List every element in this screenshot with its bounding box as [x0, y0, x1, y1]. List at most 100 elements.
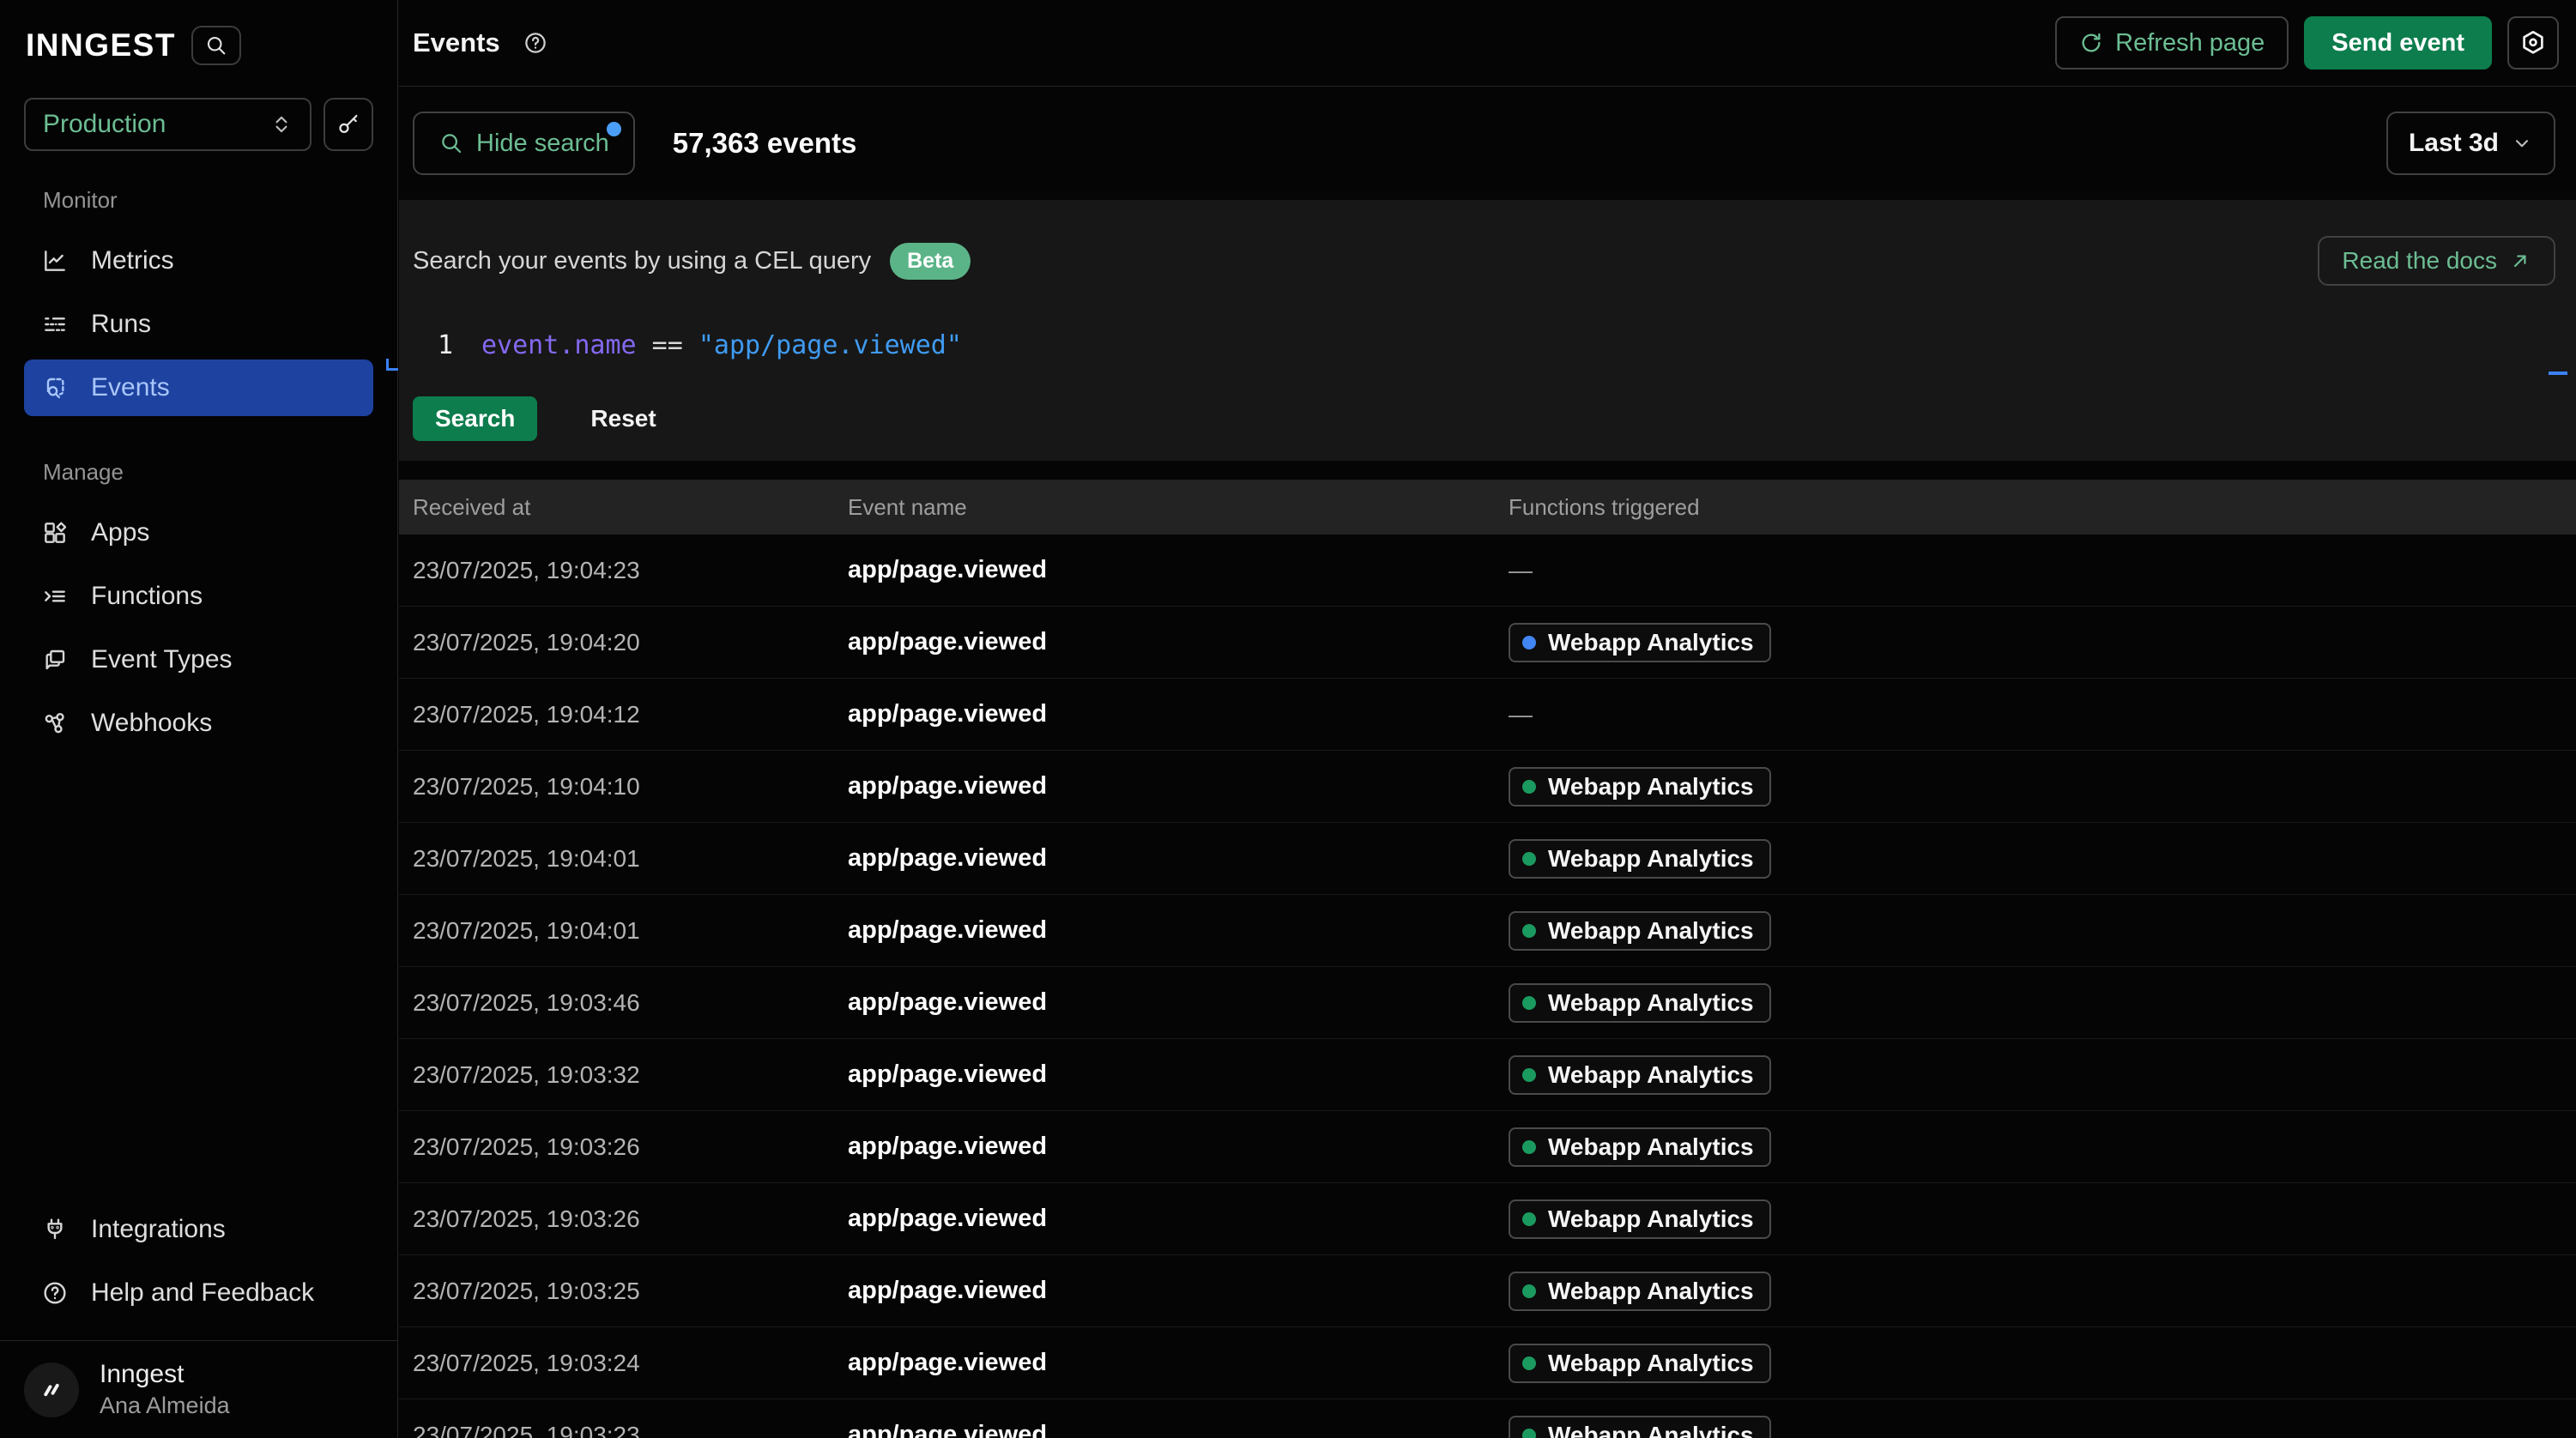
reset-button[interactable]: Reset [590, 405, 656, 432]
function-badge[interactable]: Webapp Analytics [1509, 1344, 1771, 1383]
sidebar-item-runs[interactable]: Runs [24, 296, 373, 353]
cell-functions: Webapp Analytics [1509, 839, 2576, 879]
sidebar-item-label: Events [91, 373, 170, 402]
table-row[interactable]: 23/07/2025, 19:04:20 app/page.viewed Web… [399, 607, 2576, 679]
function-badge[interactable]: Webapp Analytics [1509, 1416, 1771, 1438]
table-row[interactable]: 23/07/2025, 19:03:26 app/page.viewed Web… [399, 1183, 2576, 1255]
webhook-nodes-icon [41, 710, 69, 737]
sidebar-item-label: Webhooks [91, 709, 212, 738]
sidebar-item-events[interactable]: Events [24, 360, 373, 416]
sidebar-item-apps[interactable]: Apps [24, 505, 373, 561]
function-badge[interactable]: Webapp Analytics [1509, 623, 1771, 662]
function-badge-label: Webapp Analytics [1548, 1350, 1754, 1377]
sidebar-item-help[interactable]: Help and Feedback [24, 1265, 373, 1321]
function-badge[interactable]: Webapp Analytics [1509, 1127, 1771, 1167]
cell-functions: — [1509, 557, 2576, 584]
function-status-dot [1522, 636, 1536, 650]
plug-icon [41, 1216, 69, 1243]
sidebar-section-manage: Manage [43, 459, 373, 486]
function-badge[interactable]: Webapp Analytics [1509, 1199, 1771, 1239]
function-badge-label: Webapp Analytics [1548, 629, 1754, 656]
table-row[interactable]: 23/07/2025, 19:03:25 app/page.viewed Web… [399, 1255, 2576, 1327]
function-badge[interactable]: Webapp Analytics [1509, 1272, 1771, 1311]
sidebar-item-event-types[interactable]: Event Types [24, 631, 373, 688]
cell-event-name: app/page.viewed [848, 1205, 1509, 1233]
cell-received-at: 23/07/2025, 19:03:24 [413, 1350, 848, 1377]
function-badge[interactable]: Webapp Analytics [1509, 911, 1771, 951]
cell-functions: Webapp Analytics [1509, 1127, 2576, 1167]
hide-search-button[interactable]: Hide search [413, 112, 635, 175]
function-badge-label: Webapp Analytics [1548, 845, 1754, 873]
search-notification-dot [607, 122, 621, 136]
cel-query-editor[interactable]: 1 event.name == "app/page.viewed" [413, 330, 2555, 360]
function-badge[interactable]: Webapp Analytics [1509, 983, 1771, 1023]
function-badge-label: Webapp Analytics [1548, 773, 1754, 801]
sidebar-item-integrations[interactable]: Integrations [24, 1201, 373, 1258]
sidebar-item-label: Help and Feedback [91, 1278, 314, 1308]
cell-event-name: app/page.viewed [848, 1133, 1509, 1161]
cell-received-at: 23/07/2025, 19:04:01 [413, 917, 848, 945]
sidebar-item-label: Functions [91, 582, 203, 611]
cell-received-at: 23/07/2025, 19:03:26 [413, 1133, 848, 1161]
event-search-icon [41, 374, 69, 402]
cell-event-name: app/page.viewed [848, 844, 1509, 873]
main-content: Events Refresh page Send event [399, 0, 2576, 1438]
table-row[interactable]: 23/07/2025, 19:04:01 app/page.viewed Web… [399, 895, 2576, 967]
sidebar-item-label: Event Types [91, 645, 233, 674]
send-event-button[interactable]: Send event [2304, 16, 2492, 69]
function-status-dot [1522, 996, 1536, 1010]
event-keys-button[interactable] [324, 98, 373, 151]
function-badge[interactable]: Webapp Analytics [1509, 839, 1771, 879]
environment-value: Production [43, 110, 166, 139]
table-row[interactable]: 23/07/2025, 19:03:24 app/page.viewed Web… [399, 1327, 2576, 1399]
table-row[interactable]: 23/07/2025, 19:04:12 app/page.viewed — [399, 679, 2576, 751]
page-title: Events [413, 27, 500, 58]
cell-event-name: app/page.viewed [848, 988, 1509, 1017]
function-badge-label: Webapp Analytics [1548, 1278, 1754, 1305]
sidebar-item-functions[interactable]: Functions [24, 568, 373, 625]
chart-line-icon [41, 247, 69, 275]
cell-event-name: app/page.viewed [848, 1421, 1509, 1438]
cell-received-at: 23/07/2025, 19:03:46 [413, 989, 848, 1017]
page-help-icon[interactable] [523, 30, 548, 56]
profile-menu[interactable]: Inngest Ana Almeida [0, 1341, 397, 1438]
table-row[interactable]: 23/07/2025, 19:04:23 app/page.viewed — [399, 535, 2576, 607]
function-badge[interactable]: Webapp Analytics [1509, 1055, 1771, 1095]
beta-badge: Beta [890, 243, 971, 280]
copy-squares-icon [41, 646, 69, 674]
table-row[interactable]: 23/07/2025, 19:03:26 app/page.viewed Web… [399, 1111, 2576, 1183]
function-badge[interactable]: Webapp Analytics [1509, 767, 1771, 807]
editor-focus-tick [2549, 372, 2567, 375]
table-body: 23/07/2025, 19:04:23 app/page.viewed — 2… [399, 535, 2576, 1438]
cell-received-at: 23/07/2025, 19:03:32 [413, 1061, 848, 1089]
external-link-icon [2509, 250, 2531, 272]
read-docs-button[interactable]: Read the docs [2318, 236, 2555, 286]
global-search-button[interactable] [191, 26, 241, 65]
table-row[interactable]: 23/07/2025, 19:03:32 app/page.viewed Web… [399, 1039, 2576, 1111]
settings-button[interactable] [2507, 16, 2559, 69]
time-range-select[interactable]: Last 3d [2386, 112, 2555, 175]
shapes-grid-icon [41, 519, 69, 547]
sidebar-item-label: Apps [91, 518, 149, 547]
cell-functions: Webapp Analytics [1509, 1344, 2576, 1383]
search-button[interactable]: Search [413, 396, 537, 441]
cell-received-at: 23/07/2025, 19:04:01 [413, 845, 848, 873]
cell-received-at: 23/07/2025, 19:04:23 [413, 557, 848, 584]
inngest-mark-icon [36, 1375, 67, 1405]
inngest-logo: INNGEST [26, 27, 176, 63]
sidebar-item-webhooks[interactable]: Webhooks [24, 695, 373, 752]
table-row[interactable]: 23/07/2025, 19:04:01 app/page.viewed Web… [399, 823, 2576, 895]
code-token-string: "app/page.viewed" [698, 330, 962, 360]
cell-functions: Webapp Analytics [1509, 1272, 2576, 1311]
sidebar-item-metrics[interactable]: Metrics [24, 233, 373, 289]
sidebar-nav-manage: Apps Functions Event Types Webhooks [0, 498, 397, 758]
environment-select[interactable]: Production [24, 98, 311, 151]
function-badge-label: Webapp Analytics [1548, 1133, 1754, 1161]
code-token-property: event.name [481, 330, 637, 360]
table-row[interactable]: 23/07/2025, 19:03:23 app/page.viewed Web… [399, 1399, 2576, 1438]
table-row[interactable]: 23/07/2025, 19:04:10 app/page.viewed Web… [399, 751, 2576, 823]
editor-focus-corner [386, 359, 398, 371]
refresh-page-button[interactable]: Refresh page [2055, 16, 2289, 69]
cell-functions: — [1509, 701, 2576, 728]
table-row[interactable]: 23/07/2025, 19:03:46 app/page.viewed Web… [399, 967, 2576, 1039]
